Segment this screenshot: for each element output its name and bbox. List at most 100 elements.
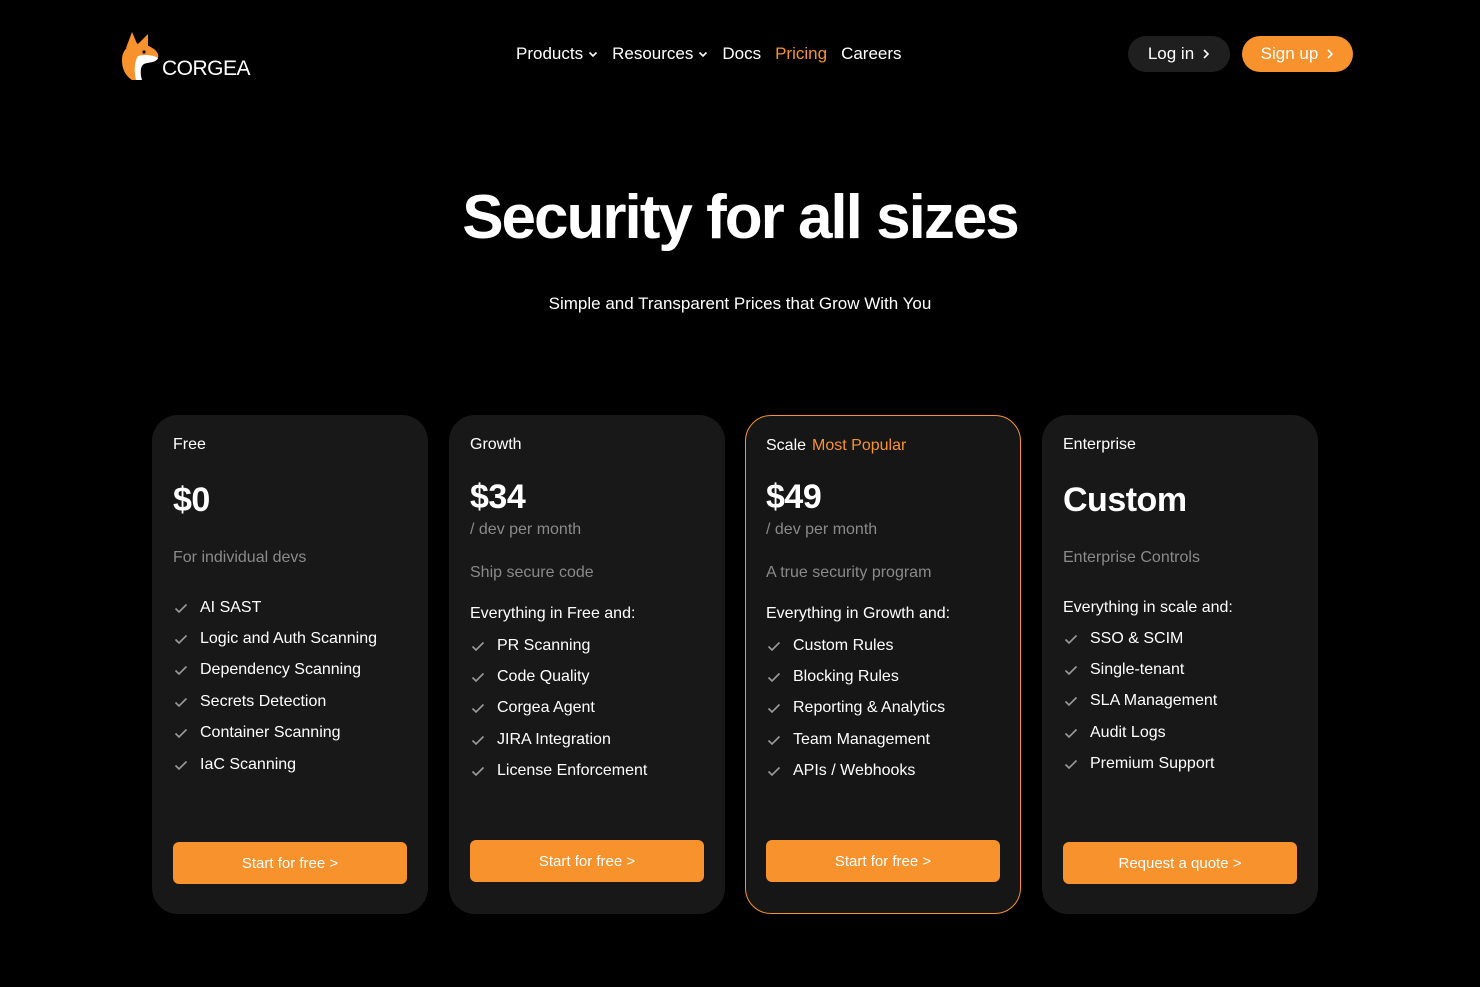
start-free-button[interactable]: Start for free > (766, 840, 1000, 882)
chevron-right-icon (1327, 49, 1334, 59)
check-icon (1063, 725, 1079, 741)
feature-item: Code Quality (470, 661, 647, 692)
corgea-logo[interactable]: CORGEA (118, 30, 258, 84)
features-header: Everything in scale and: (1063, 599, 1233, 616)
nav-resources[interactable]: Resources (612, 44, 708, 64)
check-icon (470, 638, 486, 654)
plan-name-label: Scale (766, 437, 807, 454)
check-icon (766, 638, 782, 654)
plan-price: Custom (1063, 481, 1187, 519)
plan-name: Free (173, 436, 206, 454)
feature-item: Logic and Auth Scanning (173, 623, 377, 654)
nav-products[interactable]: Products (516, 44, 598, 64)
check-icon (173, 631, 189, 647)
feature-item: PR Scanning (470, 630, 647, 661)
plan-name: Scale Most Popular (766, 437, 906, 455)
plan-card-growth: Growth $34 / dev per month Ship secure c… (449, 415, 725, 914)
feature-list: PR Scanning Code Quality Corgea Agent JI… (470, 630, 647, 787)
check-icon (1063, 756, 1079, 772)
feature-item: License Enforcement (470, 756, 647, 787)
check-icon (470, 732, 486, 748)
feature-label: JIRA Integration (497, 730, 611, 748)
start-free-button[interactable]: Start for free > (173, 842, 407, 884)
feature-item: Single-tenant (1063, 654, 1217, 685)
check-icon (766, 763, 782, 779)
start-free-button[interactable]: Start for free > (470, 840, 704, 882)
feature-label: License Enforcement (497, 762, 648, 780)
request-quote-button[interactable]: Request a quote > (1063, 842, 1297, 884)
chevron-right-icon (1203, 49, 1210, 59)
plan-name-label: Free (173, 436, 206, 453)
feature-label: Secrets Detection (200, 692, 327, 710)
check-icon (470, 763, 486, 779)
plan-tagline: A true security program (766, 564, 932, 581)
check-icon (470, 669, 486, 685)
nav-products-label: Products (516, 44, 584, 63)
feature-item: AI SAST (173, 592, 377, 623)
most-popular-badge: Most Popular (812, 437, 907, 454)
plan-card-free: Free $0 For individual devs AI SAST Logi… (152, 415, 428, 914)
feature-item: Dependency Scanning (173, 655, 377, 686)
plan-price-unit: / dev per month (470, 521, 582, 538)
check-icon (173, 600, 189, 616)
plan-name-label: Growth (470, 436, 522, 453)
feature-label: Single-tenant (1090, 661, 1185, 679)
feature-item: Corgea Agent (470, 693, 647, 724)
login-label: Log in (1147, 44, 1195, 63)
feature-label: AI SAST (200, 598, 262, 616)
plan-name: Growth (470, 436, 522, 454)
nav-careers-label: Careers (841, 44, 902, 63)
feature-label: Premium Support (1090, 755, 1215, 773)
signup-label: Sign up (1260, 44, 1319, 63)
plan-price-unit: / dev per month (766, 521, 878, 538)
check-icon (173, 694, 189, 710)
feature-label: Custom Rules (793, 636, 894, 654)
feature-item: Blocking Rules (766, 661, 945, 692)
feature-item: SLA Management (1063, 686, 1217, 717)
check-icon (1063, 662, 1079, 678)
nav-docs[interactable]: Docs (722, 44, 761, 64)
plan-price: $34 (470, 478, 526, 516)
login-button[interactable]: Log in (1128, 36, 1230, 72)
feature-label: Dependency Scanning (200, 661, 362, 679)
check-icon (766, 732, 782, 748)
page-subtitle: Simple and Transparent Prices that Grow … (548, 294, 932, 313)
signup-button[interactable]: Sign up (1242, 36, 1353, 72)
plan-tagline: Enterprise Controls (1063, 549, 1200, 566)
feature-label: Reporting & Analytics (793, 699, 946, 717)
feature-item: SSO & SCIM (1063, 623, 1217, 654)
check-icon (1063, 693, 1079, 709)
features-header: Everything in Growth and: (766, 605, 951, 622)
feature-item: IaC Scanning (173, 749, 377, 780)
feature-label: Audit Logs (1090, 723, 1166, 741)
feature-label: Corgea Agent (497, 699, 595, 717)
nav-resources-label: Resources (612, 44, 694, 63)
plan-name-label: Enterprise (1063, 436, 1136, 453)
nav-pricing-label: Pricing (775, 44, 828, 63)
plan-name: Enterprise (1063, 436, 1136, 454)
feature-item: JIRA Integration (470, 724, 647, 755)
check-icon (173, 662, 189, 678)
check-icon (766, 700, 782, 716)
nav-docs-label: Docs (722, 44, 762, 63)
corgi-logo-icon (122, 32, 159, 80)
chevron-down-icon (588, 49, 598, 59)
feature-item: Custom Rules (766, 630, 945, 661)
chevron-down-icon (698, 49, 708, 59)
nav-pricing[interactable]: Pricing (775, 44, 827, 64)
page-title: Security for all sizes (462, 183, 1020, 252)
feature-list: SSO & SCIM Single-tenant SLA Management … (1063, 623, 1217, 780)
pricing-page: CORGEA Products Resources Docs Pricing C… (0, 0, 1480, 987)
feature-label: SSO & SCIM (1090, 629, 1184, 647)
feature-label: Blocking Rules (793, 668, 899, 686)
feature-label: Code Quality (497, 668, 590, 686)
nav-careers[interactable]: Careers (841, 44, 901, 64)
plan-tagline: Ship secure code (470, 564, 594, 581)
plan-card-scale: Scale Most Popular $49 / dev per month A … (745, 415, 1021, 914)
feature-item: APIs / Webhooks (766, 756, 945, 787)
brand-name: CORGEA (162, 57, 251, 80)
feature-list: AI SAST Logic and Auth Scanning Dependen… (173, 592, 377, 780)
check-icon (470, 700, 486, 716)
feature-item: Secrets Detection (173, 686, 377, 717)
feature-item: Premium Support (1063, 749, 1217, 780)
